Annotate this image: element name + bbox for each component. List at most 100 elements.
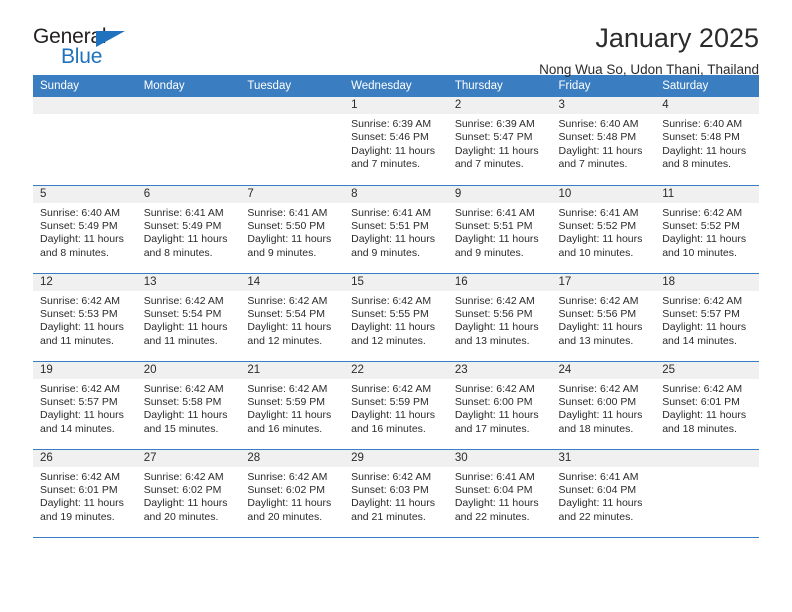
day-info: Sunrise: 6:39 AM Sunset: 5:47 PM Daylight:… [448,114,552,172]
calendar-day-cell[interactable]: 18 Sunrise: 6:42 AM Sunset: 5:57 PM Dayligh… [655,273,759,362]
calendar-day-cell[interactable]: 23 Sunrise: 6:42 AM Sunset: 6:00 PM Dayligh… [447,361,552,450]
daylight-text: Daylight: 11 hours and 20 minutes. [143,497,228,523]
day-cell-content: 26 Sunrise: 6:42 AM Sunset: 6:01 PM Dayligh… [33,449,137,537]
calendar-day-cell[interactable]: 12 Sunrise: 6:42 AM Sunset: 5:53 PM Dayligh… [33,273,137,362]
calendar-day-cell[interactable]: 24 Sunrise: 6:42 AM Sunset: 6:00 PM Dayligh… [551,361,656,450]
sunset-text: Sunset: 5:49 PM [40,219,118,232]
sunrise-text: Sunrise: 6:39 AM [351,118,432,130]
calendar-body: 1 Sunrise: 6:39 AM Sunset: 5:46 PM Daylight… [33,97,759,538]
daylight-text: Daylight: 11 hours and 20 minutes. [247,497,332,523]
day-number: 1 [344,97,448,114]
day-info: Sunrise: 6:40 AM Sunset: 5:49 PM Daylight:… [33,203,137,261]
day-number: 7 [240,185,345,203]
sunset-text: Sunset: 5:48 PM [662,131,740,144]
day-number: 30 [447,449,552,467]
daylight-text: Daylight: 11 hours and 15 minutes. [143,409,228,435]
day-number: 5 [33,185,137,203]
day-number: 3 [551,97,656,114]
calendar-day-cell[interactable]: 1 Sunrise: 6:39 AM Sunset: 5:46 PM Daylight… [344,97,448,186]
calendar-day-cell[interactable]: 27 Sunrise: 6:42 AM Sunset: 6:02 PM Dayligh… [136,449,241,538]
day-cell-content [655,449,759,537]
day-info: Sunrise: 6:42 AM Sunset: 5:54 PM Daylight:… [240,291,344,349]
calendar-day-cell[interactable]: 3 Sunrise: 6:40 AM Sunset: 5:48 PM Daylight… [551,97,656,186]
sunset-text: Sunset: 5:53 PM [40,307,118,320]
day-number: 14 [240,273,345,291]
calendar-day-cell[interactable]: 29 Sunrise: 6:42 AM Sunset: 6:03 PM Dayligh… [344,449,448,538]
sunset-text: Sunset: 5:47 PM [454,131,533,144]
day-cell-content: 21 Sunrise: 6:42 AM Sunset: 5:59 PM Dayligh… [240,361,345,449]
weekday-header-monday: Monday [136,75,241,97]
calendar-day-cell[interactable]: 22 Sunrise: 6:42 AM Sunset: 5:59 PM Dayligh… [344,361,448,450]
day-cell-content: 20 Sunrise: 6:42 AM Sunset: 5:58 PM Dayligh… [136,361,241,449]
day-cell-content: 8 Sunrise: 6:41 AM Sunset: 5:51 PM Daylight… [344,185,448,273]
day-cell-content: 5 Sunrise: 6:40 AM Sunset: 5:49 PM Daylight… [33,185,137,273]
day-cell-content: 1 Sunrise: 6:39 AM Sunset: 5:46 PM Daylight… [344,97,448,185]
calendar-day-cell[interactable]: 5 Sunrise: 6:40 AM Sunset: 5:49 PM Daylight… [33,185,137,274]
sunset-text: Sunset: 5:46 PM [351,131,429,144]
sunset-text: Sunset: 5:50 PM [247,219,326,232]
calendar-day-cell[interactable]: 9 Sunrise: 6:41 AM Sunset: 5:51 PM Daylight… [447,185,552,274]
day-number: 29 [344,449,448,467]
calendar-day-cell[interactable]: 15 Sunrise: 6:42 AM Sunset: 5:55 PM Dayligh… [344,273,448,362]
calendar-week-row: 5 Sunrise: 6:40 AM Sunset: 5:49 PM Daylight… [33,185,759,274]
daylight-text: Daylight: 11 hours and 11 minutes. [40,321,124,347]
daylight-text: Daylight: 11 hours and 9 minutes. [247,233,332,259]
day-cell-content: 28 Sunrise: 6:42 AM Sunset: 6:02 PM Dayligh… [240,449,345,537]
sunrise-text: Sunrise: 6:41 AM [247,206,328,219]
calendar-day-cell[interactable]: 26 Sunrise: 6:42 AM Sunset: 6:01 PM Dayligh… [33,449,137,538]
calendar-day-cell[interactable]: 25 Sunrise: 6:42 AM Sunset: 6:01 PM Dayligh… [655,361,759,450]
sunset-text: Sunset: 5:52 PM [558,219,637,232]
day-cell-content: 29 Sunrise: 6:42 AM Sunset: 6:03 PM Dayligh… [344,449,448,537]
daylight-text: Daylight: 11 hours and 19 minutes. [40,497,124,523]
day-cell-content: 18 Sunrise: 6:42 AM Sunset: 5:57 PM Dayligh… [655,273,759,361]
calendar-day-cell[interactable]: 30 Sunrise: 6:41 AM Sunset: 6:04 PM Dayligh… [447,449,552,538]
calendar-day-cell[interactable]: 20 Sunrise: 6:42 AM Sunset: 5:58 PM Dayligh… [136,361,241,450]
day-cell-content: 17 Sunrise: 6:42 AM Sunset: 5:56 PM Dayligh… [551,273,656,361]
sunset-text: Sunset: 6:04 PM [454,483,533,496]
day-number: 19 [33,361,137,379]
calendar-day-cell[interactable]: 8 Sunrise: 6:41 AM Sunset: 5:51 PM Daylight… [344,185,448,274]
sunrise-text: Sunrise: 6:42 AM [351,294,432,307]
day-number: 4 [655,97,759,114]
calendar-day-cell[interactable]: 13 Sunrise: 6:42 AM Sunset: 5:54 PM Dayligh… [136,273,241,362]
daylight-text: Daylight: 11 hours and 22 minutes. [454,497,539,523]
day-cell-content: 12 Sunrise: 6:42 AM Sunset: 5:53 PM Dayligh… [33,273,137,361]
calendar-day-cell[interactable]: 11 Sunrise: 6:42 AM Sunset: 5:52 PM Dayligh… [655,185,759,274]
calendar-day-cell[interactable]: 2 Sunrise: 6:39 AM Sunset: 5:47 PM Daylight… [447,97,552,186]
day-number: 25 [655,361,759,379]
calendar-day-cell[interactable]: 31 Sunrise: 6:41 AM Sunset: 6:04 PM Dayligh… [551,449,656,538]
day-number: 11 [655,185,759,203]
sunset-text: Sunset: 5:57 PM [40,395,118,408]
day-info: Sunrise: 6:42 AM Sunset: 5:57 PM Daylight:… [655,291,759,349]
daylight-text: Daylight: 11 hours and 7 minutes. [558,144,643,171]
daylight-text: Daylight: 11 hours and 22 minutes. [558,497,643,523]
calendar-day-cell[interactable]: 17 Sunrise: 6:42 AM Sunset: 5:56 PM Dayligh… [551,273,656,362]
day-cell-content [240,97,345,185]
sunrise-text: Sunrise: 6:42 AM [558,382,639,395]
calendar-day-cell[interactable]: 4 Sunrise: 6:40 AM Sunset: 5:48 PM Daylight… [655,97,759,186]
day-number: 10 [551,185,656,203]
calendar-day-cell[interactable]: 10 Sunrise: 6:41 AM Sunset: 5:52 PM Dayligh… [551,185,656,274]
day-cell-content: 22 Sunrise: 6:42 AM Sunset: 5:59 PM Dayligh… [344,361,448,449]
calendar-day-cell[interactable]: 28 Sunrise: 6:42 AM Sunset: 6:02 PM Dayligh… [240,449,345,538]
day-cell-content: 3 Sunrise: 6:40 AM Sunset: 5:48 PM Daylight… [551,97,656,185]
calendar-day-cell[interactable]: 7 Sunrise: 6:41 AM Sunset: 5:50 PM Daylight… [240,185,345,274]
calendar-day-cell[interactable]: 14 Sunrise: 6:42 AM Sunset: 5:54 PM Dayligh… [240,273,345,362]
calendar-day-cell-empty [136,97,241,186]
day-info: Sunrise: 6:42 AM Sunset: 6:02 PM Daylight:… [240,467,344,525]
sunset-text: Sunset: 5:56 PM [454,307,533,320]
day-number: 26 [33,449,137,467]
day-info: Sunrise: 6:41 AM Sunset: 6:04 PM Daylight:… [448,467,552,525]
calendar-day-cell[interactable]: 6 Sunrise: 6:41 AM Sunset: 5:49 PM Daylight… [136,185,241,274]
sunset-text: Sunset: 6:03 PM [351,483,429,496]
sunrise-text: Sunrise: 6:39 AM [454,118,535,130]
sunrise-text: Sunrise: 6:42 AM [247,382,328,395]
brand-logo[interactable]: General Blue [33,26,143,72]
sunset-text: Sunset: 5:51 PM [454,219,533,232]
sunrise-text: Sunrise: 6:42 AM [143,382,224,395]
day-info: Sunrise: 6:42 AM Sunset: 5:59 PM Daylight:… [344,379,448,437]
calendar-day-cell[interactable]: 16 Sunrise: 6:42 AM Sunset: 5:56 PM Dayligh… [447,273,552,362]
calendar-day-cell[interactable]: 19 Sunrise: 6:42 AM Sunset: 5:57 PM Dayligh… [33,361,137,450]
calendar-day-cell[interactable]: 21 Sunrise: 6:42 AM Sunset: 5:59 PM Dayligh… [240,361,345,450]
calendar-table: Sunday Monday Tuesday Wednesday Thursday Frid… [33,75,759,538]
